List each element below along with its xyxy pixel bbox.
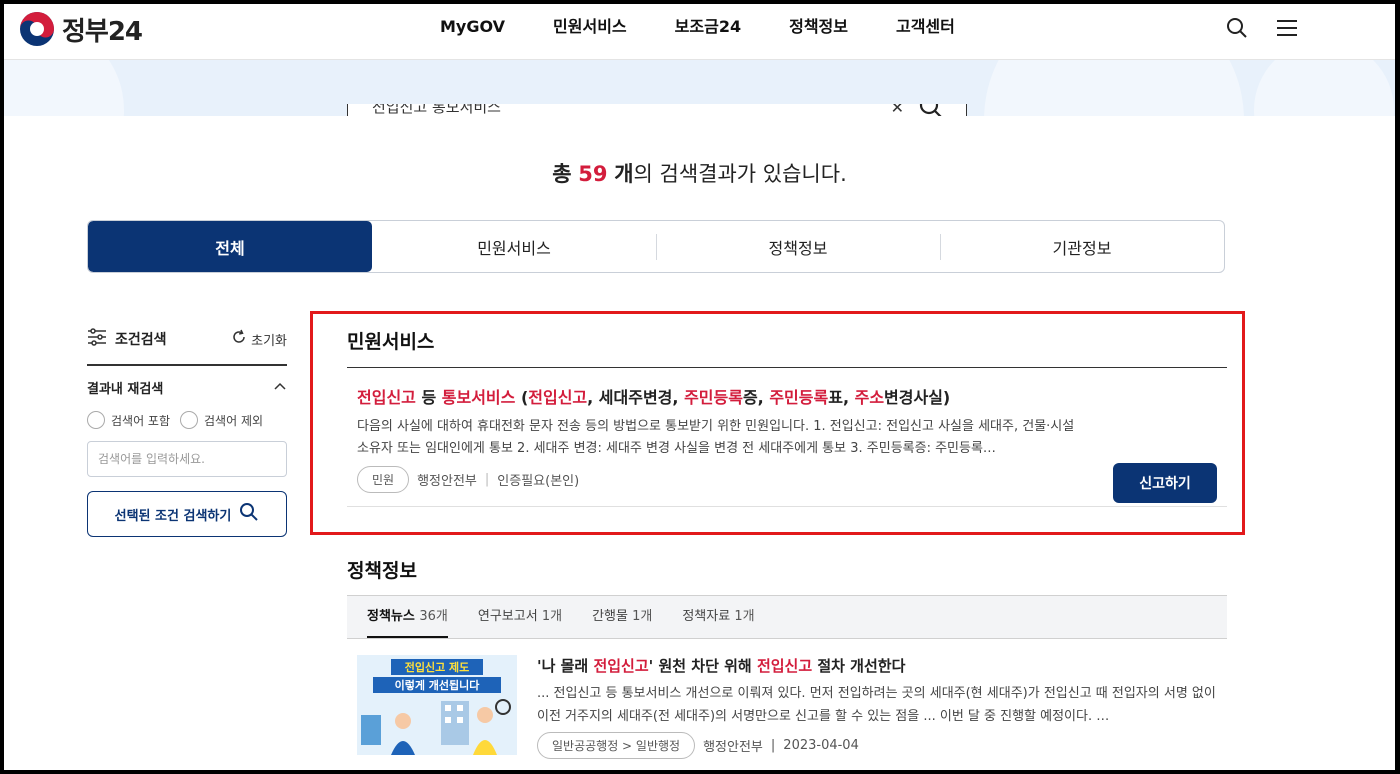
search-box[interactable]: 전입신고 통보서비스 ✕	[347, 104, 967, 116]
result-tabs: 전체 민원서비스 정책정보 기관정보	[87, 220, 1225, 273]
keyword-highlight: 주소	[854, 388, 885, 407]
site-header: 정부24 MyGOV 민원서비스 보조금24 정책정보 고객센터	[4, 4, 1395, 60]
subtab-policy-news[interactable]: 정책뉴스 36개	[367, 596, 448, 638]
title-text: ' 원천 차단 위해	[648, 657, 757, 675]
title-text: (	[515, 388, 529, 407]
search-band: 전입신고 통보서비스 ✕	[4, 60, 1395, 116]
keyword-highlight: 전입신고	[756, 657, 813, 675]
refresh-icon	[231, 329, 247, 349]
agency-name: 행정안전부	[417, 474, 477, 489]
radio-include-keyword[interactable]: 검색어 포함	[87, 411, 170, 429]
menu-icon[interactable]	[1275, 16, 1299, 40]
title-text: , 세대주변경,	[587, 388, 685, 407]
title-text: 등	[415, 388, 442, 407]
filter-icon	[87, 328, 107, 350]
subtab-policy-material[interactable]: 정책자료 1개	[682, 596, 754, 638]
title-text: 표,	[828, 388, 855, 407]
apply-button[interactable]: 신고하기	[1113, 463, 1217, 503]
section-title: 민원서비스	[347, 322, 1227, 368]
main-nav: MyGOV 민원서비스 보조금24 정책정보 고객센터	[416, 16, 979, 38]
item-title[interactable]: 전입신고 등 통보서비스 (전입신고, 세대주변경, 주민등록증, 주민등록표,…	[357, 384, 1087, 408]
title-text: 절차 개선한다	[812, 657, 906, 675]
reset-button[interactable]: 초기화	[231, 329, 287, 349]
section-title: 정책정보	[347, 560, 417, 582]
keyword-highlight: 통보서비스	[441, 388, 516, 407]
news-item: 전입신고 제도 이렇게 개선됩니다 '나 몰래 전입신고' 원천 차단 위해 전…	[347, 655, 1227, 765]
title-text: '나 몰래	[537, 657, 594, 675]
apply-filter-button[interactable]: 선택된 조건 검색하기	[87, 491, 287, 537]
chevron-up-icon	[273, 380, 287, 395]
nav-mygov[interactable]: MyGOV	[416, 16, 529, 38]
policy-section: 정책정보 정책뉴스 36개 연구보고서 1개 간행물 1개 정책자료 1개 전입…	[347, 556, 1227, 765]
news-date: 2023-04-04	[783, 738, 859, 753]
title-text: 변경사실)	[884, 388, 951, 407]
keyword-highlight: 전입신고	[357, 388, 416, 407]
tab-civil-service[interactable]: 민원서비스	[372, 221, 656, 272]
search-icon[interactable]	[1225, 16, 1249, 40]
title-text: 증,	[742, 388, 770, 407]
nav-policy-info[interactable]: 정책정보	[765, 16, 872, 38]
civil-service-section: 민원서비스 전입신고 등 통보서비스 (전입신고, 세대주변경, 주민등록증, …	[347, 322, 1227, 507]
list-item: 전입신고 등 통보서비스 (전입신고, 세대주변경, 주민등록증, 주민등록표,…	[347, 368, 1227, 507]
filter-title: 조건검색	[115, 332, 167, 348]
refine-search-input[interactable]	[87, 441, 287, 477]
news-title[interactable]: '나 몰래 전입신고' 원천 차단 위해 전입신고 절차 개선한다	[537, 655, 1227, 676]
search-icon	[239, 502, 259, 526]
svg-text:전입신고 제도: 전입신고 제도	[405, 660, 470, 674]
keyword-highlight: 주민등록	[769, 388, 829, 407]
result-count: 총 59 개의 검색결과가 있습니다.	[552, 162, 847, 186]
logo-text: 정부24	[62, 16, 143, 47]
auth-requirement: 인증필요(본인)	[497, 474, 580, 489]
search-input[interactable]: 전입신고 통보서비스	[372, 104, 501, 116]
refine-section-toggle[interactable]: 결과내 재검색	[87, 378, 287, 397]
tab-policy-info[interactable]: 정책정보	[656, 221, 940, 272]
svg-text:이렇게 개선됩니다: 이렇게 개선됩니다	[395, 678, 481, 692]
nav-subsidy24[interactable]: 보조금24	[651, 16, 765, 38]
tab-all[interactable]: 전체	[88, 221, 372, 272]
taegeuk-icon	[20, 12, 54, 46]
type-badge: 민원	[357, 466, 410, 493]
subtab-publication[interactable]: 간행물 1개	[592, 596, 652, 638]
keyword-highlight: 주민등록	[684, 388, 743, 407]
keyword-highlight: 전입신고	[528, 388, 588, 407]
gov24-logo[interactable]: 정부24	[18, 10, 143, 48]
subtab-research-report[interactable]: 연구보고서 1개	[478, 596, 562, 638]
category-badge: 일반공공행정 > 일반행정	[537, 732, 696, 759]
policy-subtabs: 정책뉴스 36개 연구보고서 1개 간행물 1개 정책자료 1개	[347, 595, 1227, 639]
filter-sidebar: 조건검색 초기화 결과내 재검색 검색어 포함 검색어 제외 선택된 조건 검색…	[87, 326, 287, 537]
clear-icon[interactable]: ✕	[891, 104, 904, 116]
search-submit-icon[interactable]	[918, 104, 944, 116]
news-thumbnail[interactable]: 전입신고 제도 이렇게 개선됩니다	[357, 655, 517, 755]
news-description: ... 전입신고 등 통보서비스 개선으로 이뤄져 있다. 먼저 전입하려는 곳…	[537, 686, 1216, 724]
agency-name: 행정안전부	[703, 740, 763, 755]
nav-civil-service[interactable]: 민원서비스	[529, 16, 651, 38]
radio-exclude-keyword[interactable]: 검색어 제외	[180, 411, 263, 429]
result-count-number: 59	[578, 162, 608, 186]
keyword-highlight: 전입신고	[593, 657, 649, 675]
nav-customer-center[interactable]: 고객센터	[872, 16, 979, 38]
item-description: 다음의 사실에 대하여 휴대전화 문자 전송 등의 방법으로 통보받기 위한 민…	[357, 419, 1075, 456]
tab-agency-info[interactable]: 기관정보	[940, 221, 1224, 272]
refine-title: 결과내 재검색	[87, 382, 164, 397]
